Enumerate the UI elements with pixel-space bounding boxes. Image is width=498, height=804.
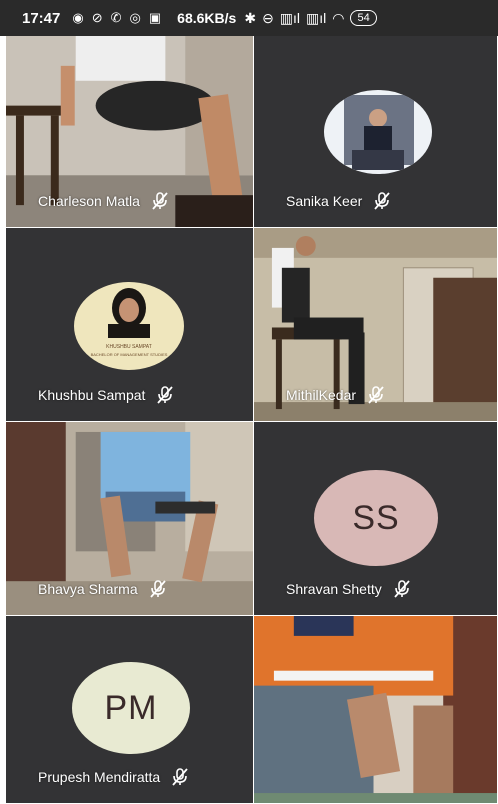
network-speed: 68.6KB/s bbox=[177, 10, 237, 26]
vpn-icon: ◉ bbox=[72, 10, 84, 25]
mic-muted-icon bbox=[374, 192, 390, 210]
app-icon: ▣ bbox=[148, 10, 162, 25]
mic-muted-icon bbox=[368, 386, 384, 404]
mic-muted-icon bbox=[172, 768, 188, 786]
participant-tile[interactable]: KHUSHBU SAMPAT BACHELOR OF MANAGEMENT ST… bbox=[6, 228, 254, 422]
participant-name: Shravan Shetty bbox=[286, 579, 412, 599]
battery-icon: 54 bbox=[350, 10, 377, 26]
participant-tile[interactable] bbox=[254, 616, 498, 804]
mic-muted-icon bbox=[152, 192, 168, 210]
wifi-icon: ◠ bbox=[332, 9, 345, 26]
signal-icon: ▥ıl bbox=[306, 9, 327, 26]
avatar: KHUSHBU SAMPAT BACHELOR OF MANAGEMENT ST… bbox=[74, 282, 184, 370]
participant-tile[interactable]: Charleson Matla bbox=[6, 36, 254, 228]
mic-muted-icon bbox=[149, 580, 166, 598]
video-feed bbox=[254, 616, 497, 803]
mic-muted-icon bbox=[394, 580, 410, 598]
signal-icon: ▥ıl bbox=[279, 9, 301, 26]
status-bar: 17:47 ◉ ⊘ ✆ ◎ ▣ 68.6KB/s ✱ ⊖ ▥ıl ▥ıl ◠ 5… bbox=[0, 0, 498, 36]
photo-caption-name: KHUSHBU SAMPAT bbox=[106, 344, 152, 350]
bluetooth-icon: ✱ bbox=[244, 9, 257, 26]
participant-name: Charleson Matla bbox=[38, 191, 170, 211]
battery-saver-icon: ⊖ bbox=[262, 9, 274, 26]
participant-name: Bhavya Sharma bbox=[38, 579, 168, 599]
photo-caption-degree: BACHELOR OF MANAGEMENT STUDIES bbox=[91, 352, 168, 357]
participant-tile[interactable]: Sanika Keer bbox=[254, 36, 498, 228]
avatar-initials: SS bbox=[314, 470, 438, 566]
participant-name: MithilKedar bbox=[286, 385, 386, 405]
mic-muted-icon bbox=[157, 386, 174, 404]
blocked-icon: ⊘ bbox=[91, 10, 103, 25]
participant-tile[interactable]: MithilKedar bbox=[254, 228, 498, 422]
whatsapp-icon: ◎ bbox=[129, 10, 141, 25]
participant-tile[interactable]: Bhavya Sharma bbox=[6, 422, 254, 616]
participant-grid: Charleson Matla Sanika Keer KHUSHBU SAMP… bbox=[6, 36, 498, 804]
participant-tile[interactable]: PM Prupesh Mendiratta bbox=[6, 616, 254, 804]
participant-tile[interactable]: SS Shravan Shetty bbox=[254, 422, 498, 616]
avatar bbox=[324, 90, 432, 174]
status-time: 17:47 bbox=[22, 9, 61, 27]
participant-name: Khushbu Sampat bbox=[38, 385, 175, 405]
participant-name: Prupesh Mendiratta bbox=[38, 767, 190, 787]
phone-icon: ✆ bbox=[110, 10, 122, 25]
avatar-initials: PM bbox=[72, 662, 190, 754]
participant-name: Sanika Keer bbox=[286, 191, 392, 211]
